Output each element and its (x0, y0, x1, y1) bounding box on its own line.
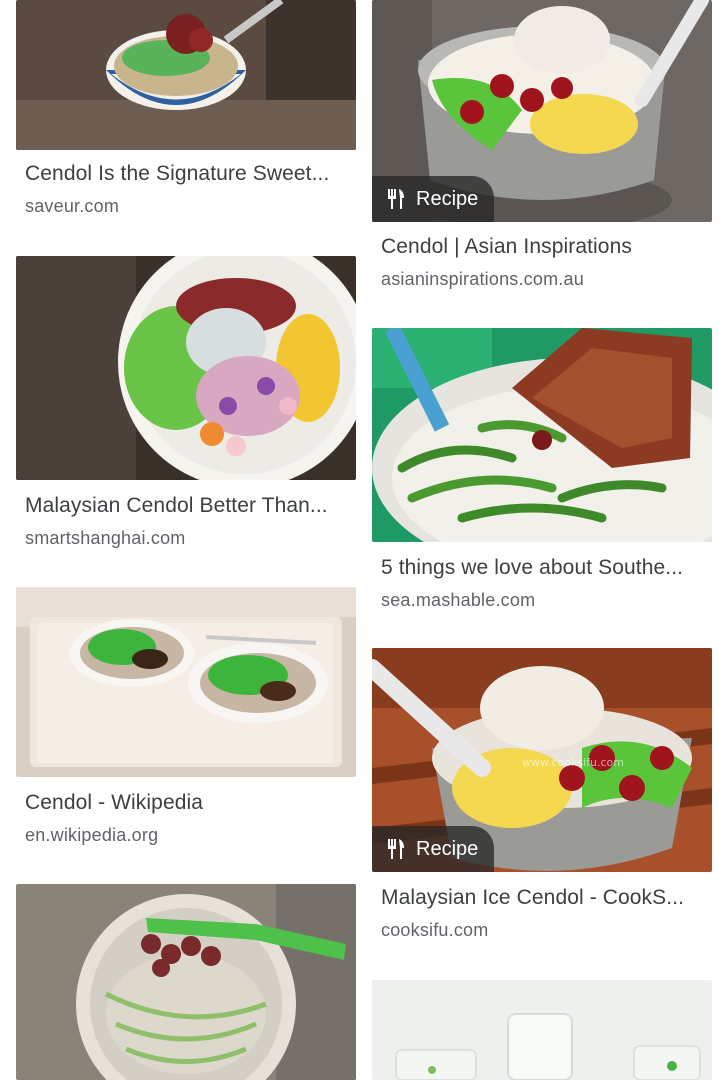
result-title[interactable]: Malaysian Ice Cendol - CookS... (381, 886, 703, 910)
recipe-badge-label: Recipe (416, 837, 479, 860)
image-result-card[interactable]: Cendol - Wikipedia en.wikipedia.org (16, 587, 356, 845)
image-result-card[interactable] (372, 980, 712, 1080)
result-title[interactable]: 5 things we love about Southe... (381, 556, 703, 580)
image-result-card[interactable]: Cendol Is the Signature Sweet... saveur.… (16, 0, 356, 216)
result-thumbnail[interactable]: www.cooksifu.com Recipe (372, 648, 712, 872)
result-thumbnail[interactable] (16, 587, 356, 777)
result-title[interactable]: Cendol Is the Signature Sweet... (25, 162, 347, 186)
image-result-card[interactable] (16, 884, 356, 1080)
result-thumbnail[interactable] (16, 256, 356, 480)
result-thumbnail[interactable] (16, 884, 356, 1080)
image-result-card[interactable]: www.cooksifu.com Recipe Malaysian Ice Ce… (372, 648, 712, 940)
result-thumbnail[interactable] (372, 980, 712, 1080)
result-thumbnail[interactable] (16, 0, 356, 150)
recipe-badge: Recipe (372, 826, 495, 872)
result-source[interactable]: sea.mashable.com (381, 590, 703, 611)
image-watermark: www.cooksifu.com (522, 756, 624, 769)
fork-knife-icon (388, 839, 404, 859)
recipe-badge: Recipe (372, 176, 495, 222)
result-source[interactable]: smartshanghai.com (25, 528, 347, 549)
result-source[interactable]: saveur.com (25, 196, 347, 217)
result-thumbnail[interactable]: Recipe (372, 0, 712, 222)
result-thumbnail[interactable] (372, 328, 712, 542)
image-result-card[interactable]: Malaysian Cendol Better Than... smartsha… (16, 256, 356, 548)
result-source[interactable]: en.wikipedia.org (25, 825, 347, 846)
recipe-badge-label: Recipe (416, 187, 479, 210)
result-title[interactable]: Malaysian Cendol Better Than... (25, 494, 347, 518)
result-source[interactable]: cooksifu.com (381, 920, 703, 941)
result-title[interactable]: Cendol - Wikipedia (25, 791, 347, 815)
image-result-card[interactable]: 5 things we love about Southe... sea.mas… (372, 328, 712, 610)
result-source[interactable]: asianinspirations.com.au (381, 269, 703, 290)
result-title[interactable]: Cendol | Asian Inspirations (381, 235, 703, 259)
fork-knife-icon (388, 189, 404, 209)
image-result-card[interactable]: Recipe Cendol | Asian Inspirations asian… (372, 0, 712, 289)
